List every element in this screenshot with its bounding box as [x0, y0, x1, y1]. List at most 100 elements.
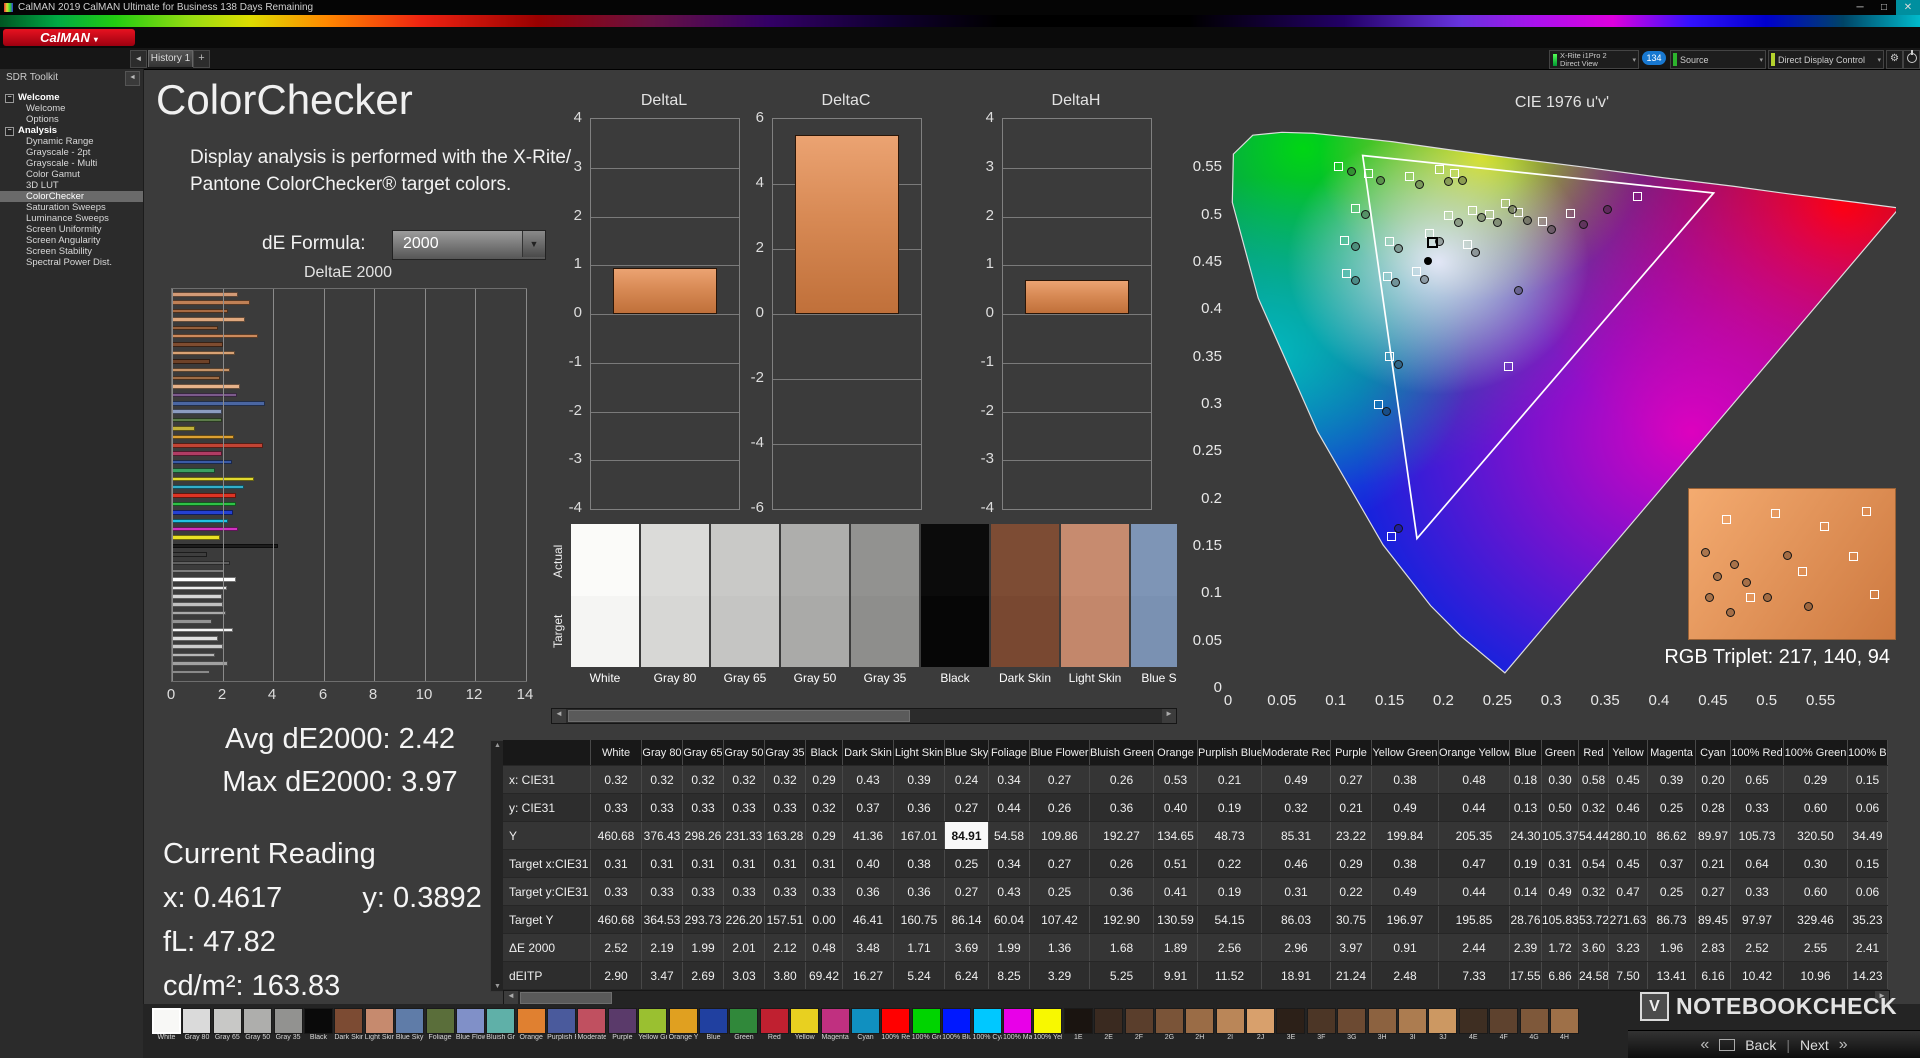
axis-tick-label: 0.5	[1756, 692, 1778, 709]
table-cell: 0.29	[1331, 850, 1372, 877]
meter-selector[interactable]: X-Rite i1Pro 2 Direct View ▾	[1549, 50, 1639, 69]
patch-chip-gray-80[interactable]: Gray 80	[182, 1008, 212, 1046]
minimize-button[interactable]: ─	[1848, 0, 1872, 15]
add-tab-button[interactable]: +	[193, 50, 210, 68]
patch-chip-purple[interactable]: Purple	[607, 1008, 637, 1046]
sidebar-collapse-button[interactable]: ◄	[125, 71, 140, 86]
patch-gray-50[interactable]	[781, 524, 849, 667]
patch-chip-gray-50[interactable]: Gray 50	[243, 1008, 273, 1046]
sidebar-item-color-gamut[interactable]: Color Gamut	[0, 169, 143, 180]
patch-chip-light-skin[interactable]: Light Skin	[364, 1008, 394, 1046]
patch-chip-orange[interactable]: Orange	[516, 1008, 546, 1046]
patch-white[interactable]	[571, 524, 639, 667]
patch-chip-100-magenta[interactable]: 100% Magenta	[1002, 1008, 1032, 1046]
tab-scroll-left-button[interactable]: ◄	[130, 50, 147, 68]
patch-chip-2e[interactable]: 2E	[1094, 1008, 1124, 1046]
patch-chip-dark-skin[interactable]: Dark Skin	[334, 1008, 364, 1046]
chevrons-right-icon[interactable]: »	[1839, 1036, 1848, 1054]
patch-chip-3h[interactable]: 3H	[1367, 1008, 1397, 1046]
sidebar-item-3d-lut[interactable]: 3D LUT	[0, 180, 143, 191]
patch-gray-35[interactable]	[851, 524, 919, 667]
patch-chip-3j[interactable]: 3J	[1428, 1008, 1458, 1046]
tab-history-1[interactable]: History 1	[148, 50, 193, 67]
patch-chip-cyan[interactable]: Cyan	[850, 1008, 880, 1046]
patch-chip-yellow[interactable]: Yellow	[790, 1008, 820, 1046]
patch-chip-100-yellow[interactable]: 100% Yellow	[1033, 1008, 1063, 1046]
patch-chip-magenta[interactable]: Magenta	[820, 1008, 850, 1046]
patch-chip-4e[interactable]: 4E	[1458, 1008, 1488, 1046]
sidebar-item-dynamic-range[interactable]: Dynamic Range	[0, 136, 143, 147]
patch-chip-2g[interactable]: 2G	[1154, 1008, 1184, 1046]
close-button[interactable]: ✕	[1896, 0, 1920, 15]
patch-panel-scrollbar[interactable]: ◄ ►	[551, 708, 1177, 724]
scroll-left-icon[interactable]: ◄	[552, 709, 566, 723]
patch-gray-65[interactable]	[711, 524, 779, 667]
sidebar-item-saturation-sweeps[interactable]: Saturation Sweeps	[0, 202, 143, 213]
patch-chip-3i[interactable]: 3I	[1398, 1008, 1428, 1046]
patch-chip-100-red[interactable]: 100% Red	[881, 1008, 911, 1046]
patch-chip-3g[interactable]: 3G	[1337, 1008, 1367, 1046]
patch-light-skin[interactable]	[1061, 524, 1129, 667]
patch-chip-blue-sky[interactable]: Blue Sky	[395, 1008, 425, 1046]
patch-dark-skin[interactable]	[991, 524, 1059, 667]
patch-chip-2h[interactable]: 2H	[1185, 1008, 1215, 1046]
de-formula-dropdown[interactable]: 2000 ▼	[392, 230, 546, 260]
patch-chip-blue-flower[interactable]: Blue Flower	[455, 1008, 485, 1046]
patch-chip-4f[interactable]: 4F	[1489, 1008, 1519, 1046]
patch-chip-orange-yellow[interactable]: Orange Yellow	[668, 1008, 698, 1046]
next-button[interactable]: Next	[1800, 1037, 1829, 1053]
patch-chip-bluish-green[interactable]: Bluish Green	[486, 1008, 516, 1046]
patch-chip-red[interactable]: Red	[759, 1008, 789, 1046]
power-button[interactable]	[1903, 50, 1920, 69]
patch-chip-black[interactable]: Black	[303, 1008, 333, 1046]
scroll-right-icon[interactable]: ►	[1162, 709, 1176, 723]
scroll-left-icon[interactable]: ◄	[504, 991, 518, 1005]
calman-menu-button[interactable]: CalMAN ▾	[3, 29, 135, 46]
sidebar-item-options[interactable]: Options	[0, 114, 143, 125]
patch-black[interactable]	[921, 524, 989, 667]
patch-chip-foliage[interactable]: Foliage	[425, 1008, 455, 1046]
scrollbar-thumb[interactable]	[568, 710, 910, 722]
collapse-icon[interactable]: −	[5, 127, 14, 136]
sidebar-item-grayscale-2pt[interactable]: Grayscale - 2pt	[0, 147, 143, 158]
patch-chip-2i[interactable]: 2I	[1215, 1008, 1245, 1046]
collapse-icon[interactable]: −	[5, 94, 14, 103]
sidebar-item-welcome[interactable]: Welcome	[0, 103, 143, 114]
patch-chip-2j[interactable]: 2J	[1246, 1008, 1276, 1046]
sidebar-item-colorchecker[interactable]: ColorChecker	[0, 191, 143, 202]
patch-chip-4g[interactable]: 4G	[1519, 1008, 1549, 1046]
patch-chip-3e[interactable]: 3E	[1276, 1008, 1306, 1046]
sidebar-item-analysis[interactable]: − Analysis	[0, 125, 143, 136]
sidebar-item-screen-stability[interactable]: Screen Stability	[0, 246, 143, 257]
patch-chip-3f[interactable]: 3F	[1306, 1008, 1336, 1046]
patch-chip-purplish-blue[interactable]: Purplish Blue	[547, 1008, 577, 1046]
sidebar-item-luminance-sweeps[interactable]: Luminance Sweeps	[0, 213, 143, 224]
patch-gray-80[interactable]	[641, 524, 709, 667]
patch-chip-100-cyan[interactable]: 100% Cyan	[972, 1008, 1002, 1046]
sidebar-item-screen-angularity[interactable]: Screen Angularity	[0, 235, 143, 246]
patch-chip-4h[interactable]: 4H	[1549, 1008, 1579, 1046]
patch-chip-blue[interactable]: Blue	[699, 1008, 729, 1046]
maximize-button[interactable]: □	[1872, 0, 1896, 15]
patch-chip-green[interactable]: Green	[729, 1008, 759, 1046]
table-row-header: Target Y	[503, 906, 591, 933]
patch-chip-gray-35[interactable]: Gray 35	[273, 1008, 303, 1046]
patch-chip-2f[interactable]: 2F	[1124, 1008, 1154, 1046]
sidebar-item-welcome[interactable]: − Welcome	[0, 92, 143, 103]
scrollbar-thumb[interactable]	[520, 992, 612, 1004]
patch-chip-100-blue[interactable]: 100% Blue	[942, 1008, 972, 1046]
back-button[interactable]: Back	[1745, 1037, 1776, 1053]
settings-button[interactable]: ⚙	[1886, 50, 1903, 69]
display-control-selector[interactable]: Direct Display Control ▾	[1768, 50, 1884, 69]
source-selector[interactable]: Source ▾	[1670, 50, 1766, 69]
patch-chip-yellow-green[interactable]: Yellow Green	[638, 1008, 668, 1046]
sidebar-item-grayscale-multi[interactable]: Grayscale - Multi	[0, 158, 143, 169]
patch-chip-100-green[interactable]: 100% Green	[911, 1008, 941, 1046]
patch-chip-gray-65[interactable]: Gray 65	[212, 1008, 242, 1046]
sidebar-item-screen-uniformity[interactable]: Screen Uniformity	[0, 224, 143, 235]
chevrons-left-icon[interactable]: «	[1700, 1036, 1709, 1054]
patch-chip-1e[interactable]: 1E	[1063, 1008, 1093, 1046]
patch-chip-white[interactable]: White	[152, 1008, 181, 1046]
sidebar-item-spectral-power-dist-[interactable]: Spectral Power Dist.	[0, 257, 143, 268]
patch-chip-moderate-red[interactable]: Moderate Red	[577, 1008, 607, 1046]
